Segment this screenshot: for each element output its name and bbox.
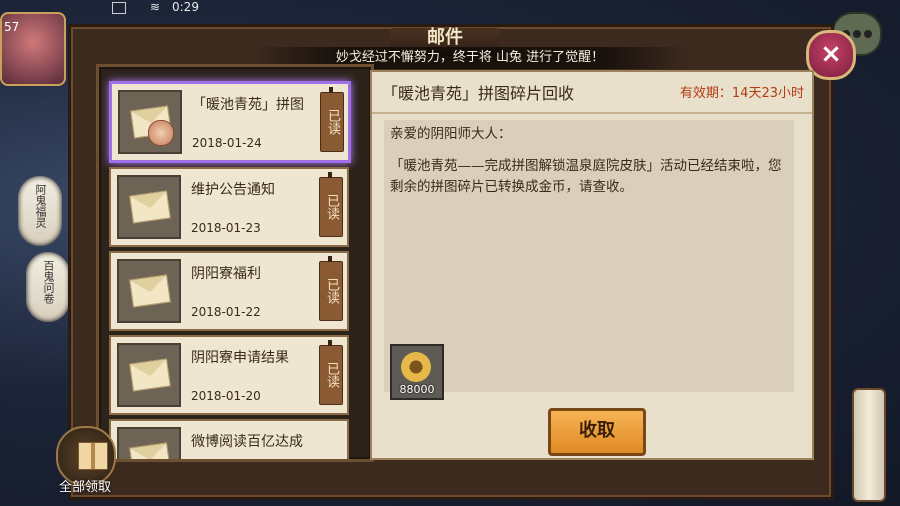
mail-thumbnail — [117, 175, 181, 239]
gift-box-icon — [78, 442, 108, 470]
collect-all-label: 全部领取 — [58, 480, 111, 495]
envelope-icon — [129, 190, 171, 224]
mail-title: 维护公告通知 — [191, 182, 275, 198]
divider — [372, 112, 812, 114]
mail-text: 「暖池青苑——完成拼图解锁温泉庭院皮肤」活动已经结束啦，您剩余的拼图碎片已转换成… — [390, 158, 782, 195]
read-tag: 已读 — [319, 340, 343, 405]
reward-amount: 88000 — [399, 383, 435, 396]
mail-item-3[interactable]: 阴阳寮福利 2018-01-22 已读 — [109, 251, 349, 331]
envelope-icon — [129, 358, 171, 392]
lantern-left-1: 阿鬼福灵 — [18, 176, 62, 246]
collect-all-button[interactable]: 全部领取 — [50, 426, 120, 502]
lantern-text-1: 阿鬼福灵 — [34, 184, 47, 228]
mail-thumbnail — [117, 259, 181, 323]
player-level: 57 — [4, 20, 20, 34]
battery-icon — [112, 2, 126, 14]
wifi-icon: ≋ — [150, 0, 161, 14]
mail-item-2[interactable]: 维护公告通知 2018-01-23 已读 — [109, 167, 349, 247]
gift-bag-icon — [148, 120, 174, 146]
mail-date: 2018-01-20 — [191, 389, 261, 403]
scroll-decoration — [852, 388, 886, 502]
clock: 0:29 — [172, 0, 199, 14]
validity-label: 有效期：14天23小时 — [679, 86, 804, 101]
status-bar: ≋ 0:29 — [0, 0, 900, 16]
mail-subject: 「暖池青苑」拼图碎片回收 — [382, 84, 575, 103]
mail-detail: 「暖池青苑」拼图碎片回收 有效期：14天23小时 亲爱的阴阳师大人： 「暖池青苑… — [370, 70, 814, 460]
mail-list[interactable]: 「暖池青苑」拼图 2018-01-24 已读 维护公告通知 2018-01-23… — [96, 64, 374, 462]
read-tag: 已读 — [319, 172, 343, 237]
close-icon: × — [820, 39, 842, 69]
mail-thumbnail — [118, 90, 182, 154]
mail-title: 阴阳寮申请结果 — [191, 350, 289, 366]
mail-greeting: 亲爱的阴阳师大人： — [390, 126, 512, 142]
mail-thumbnail — [117, 343, 181, 407]
mail-item-1[interactable]: 「暖池青苑」拼图 2018-01-24 已读 — [109, 81, 351, 163]
read-tag: 已读 — [320, 87, 344, 152]
mail-item-5[interactable]: 微博阅读百亿达成 — [109, 419, 349, 459]
envelope-icon — [129, 442, 171, 459]
mail-date: 2018-01-24 — [192, 136, 262, 150]
mail-title: 「暖池青苑」拼图 — [192, 97, 304, 113]
mail-date: 2018-01-22 — [191, 305, 261, 319]
reward-item[interactable]: 88000 — [390, 344, 444, 400]
read-tag: 已读 — [319, 256, 343, 321]
mail-item-4[interactable]: 阴阳寮申请结果 2018-01-20 已读 — [109, 335, 349, 415]
lantern-left-2: 百鬼问卷 — [26, 252, 70, 322]
collect-button[interactable]: 收取 — [548, 408, 646, 456]
envelope-icon — [129, 274, 171, 308]
mail-body: 亲爱的阴阳师大人： 「暖池青苑——完成拼图解锁温泉庭院皮肤」活动已经结束啦，您剩… — [384, 120, 794, 392]
mail-date: 2018-01-23 — [191, 221, 261, 235]
mail-thumbnail — [117, 427, 181, 459]
coin-icon — [401, 352, 431, 382]
mail-title: 微博阅读百亿达成 — [191, 434, 303, 450]
lantern-text-2: 百鬼问卷 — [42, 260, 55, 304]
mail-title: 阴阳寮福利 — [191, 266, 261, 282]
